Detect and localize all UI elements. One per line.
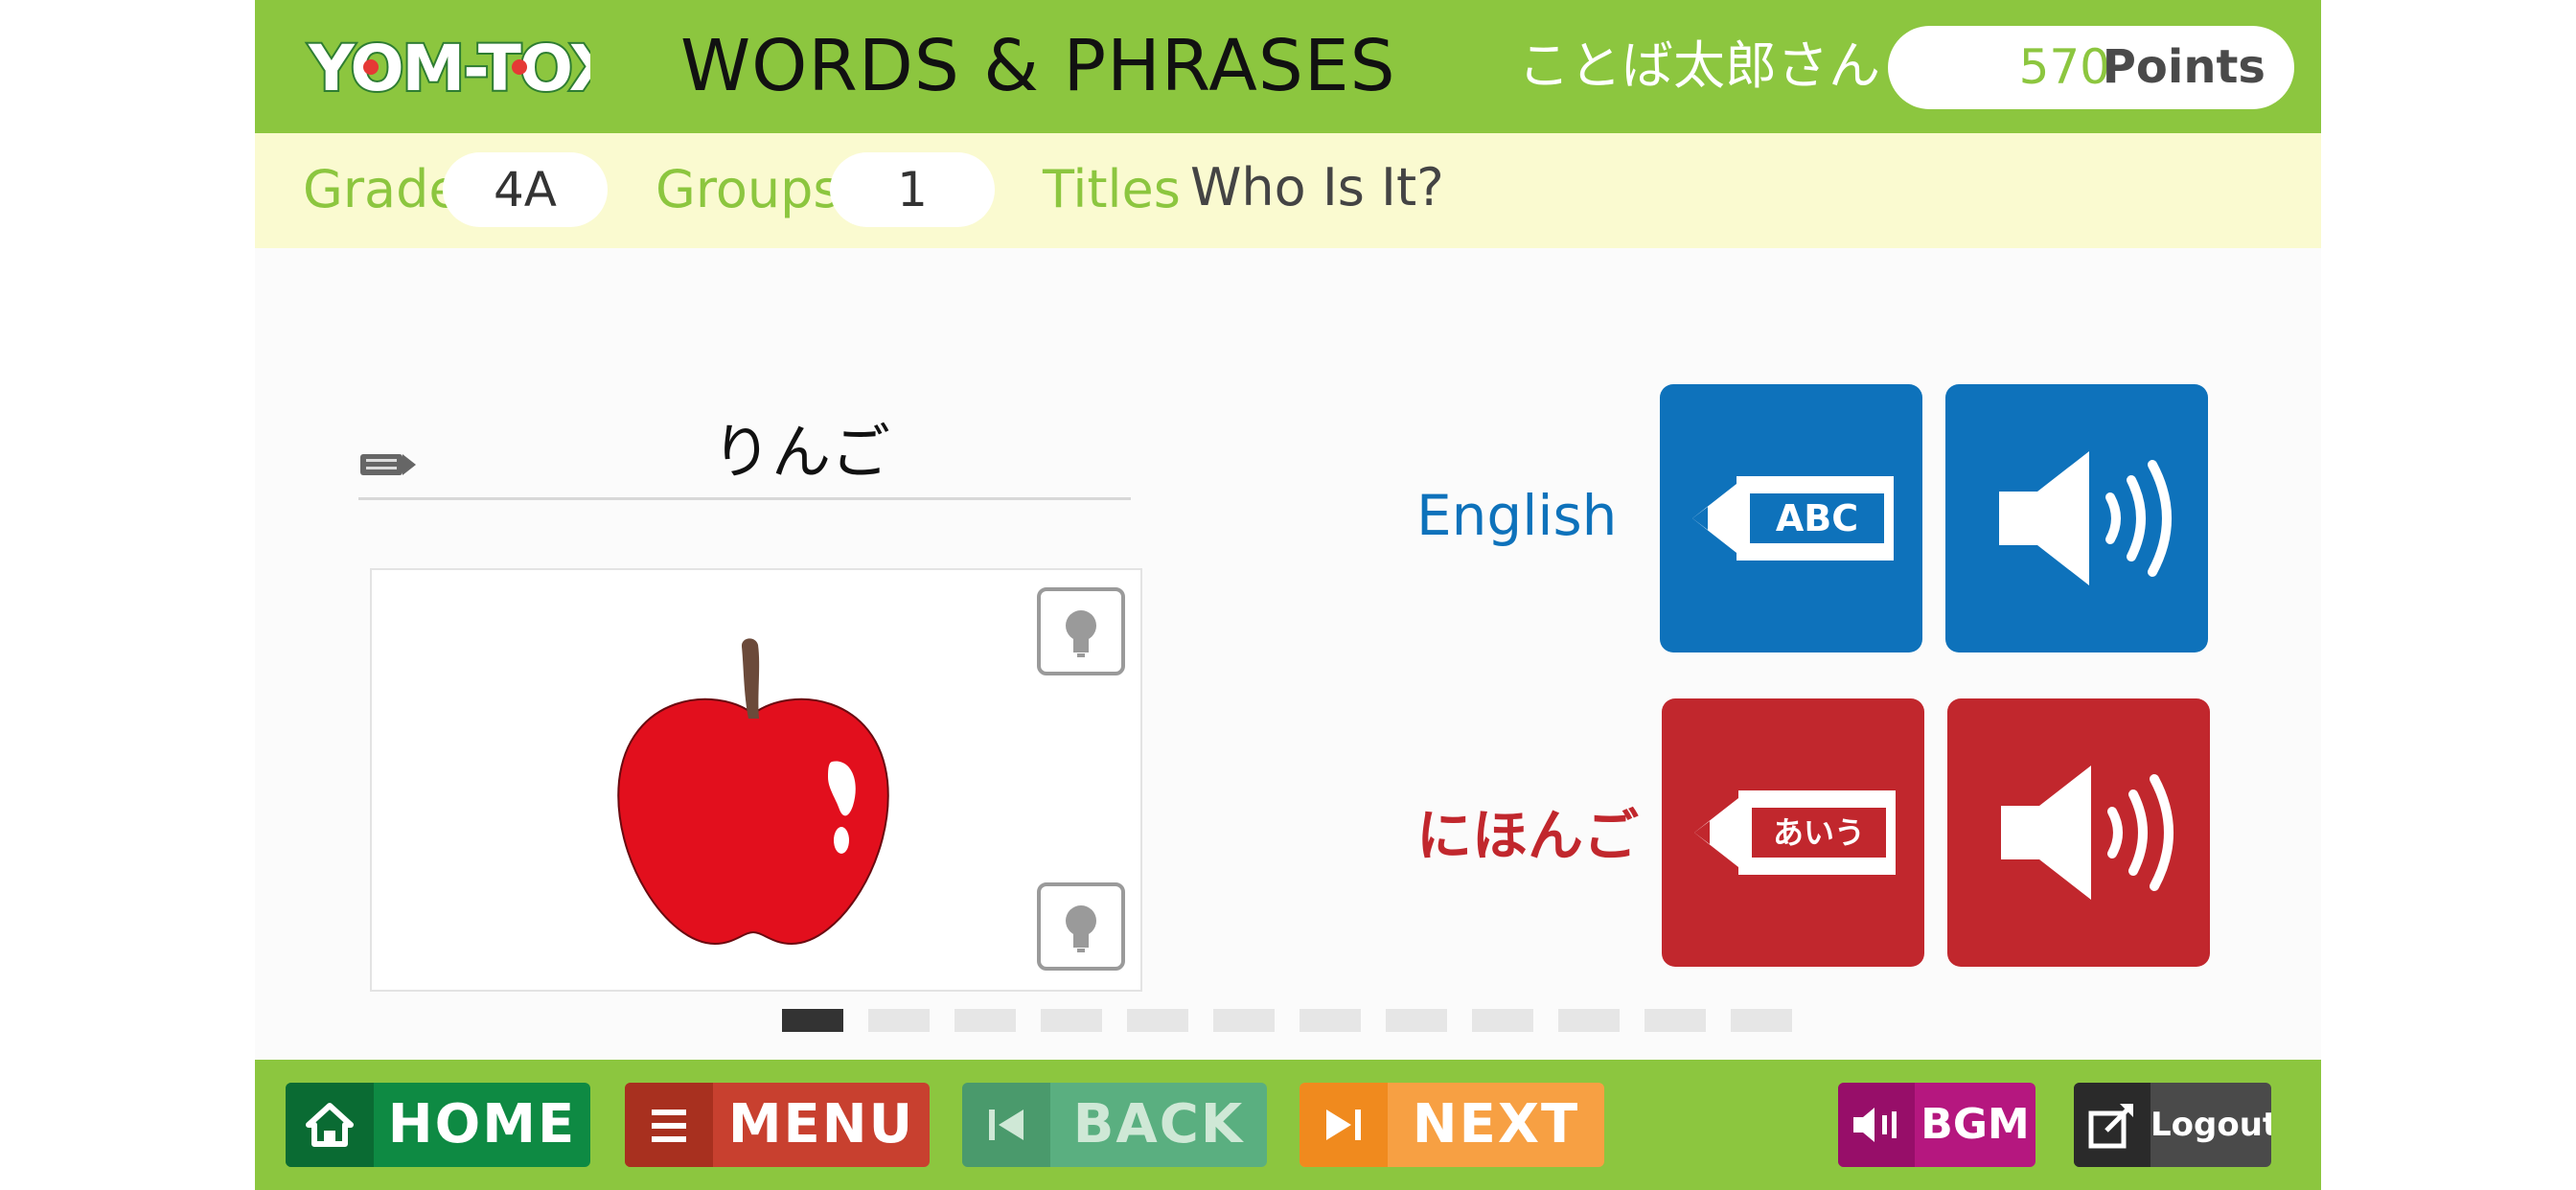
page-dot[interactable] [1041, 1009, 1102, 1032]
yomtox-logo: YOM-TOX [303, 27, 621, 107]
hint-button-top[interactable] [1037, 587, 1125, 675]
logout-icon [2074, 1083, 2150, 1167]
page-dot[interactable] [1472, 1009, 1533, 1032]
header-bar: YOM-TOX WORDS & PHRASES ことば太郎さん 570 Poin… [255, 0, 2321, 133]
back-button[interactable]: BACK [962, 1083, 1267, 1167]
page-dot[interactable] [1731, 1009, 1792, 1032]
hint-button-bottom[interactable] [1037, 882, 1125, 971]
next-button[interactable]: NEXT [1300, 1083, 1604, 1167]
lightbulb-icon [1066, 610, 1096, 657]
menu-button[interactable]: MENU [625, 1083, 930, 1167]
menu-icon [625, 1083, 713, 1167]
back-label: BACK [1072, 1093, 1245, 1156]
page-dot[interactable] [868, 1009, 930, 1032]
points-label: Points [2102, 40, 2266, 94]
user-name: ことば太郎さん [1518, 35, 1880, 96]
japanese-write-text: あいう [1772, 814, 1865, 851]
bgm-toggle[interactable]: BGM [1838, 1083, 2036, 1167]
bgm-label: BGM [1920, 1100, 2030, 1149]
app-title: WORDS & PHRASES [680, 25, 1396, 107]
speaker-icon [1999, 451, 2172, 585]
english-write-text: ABC [1775, 497, 1859, 539]
logout-button[interactable]: Logout [2074, 1083, 2271, 1167]
footer-bar: HOME MENU BACK NEXT BGM Logout [255, 1060, 2321, 1190]
pencil-icon [358, 448, 418, 481]
next-label: NEXT [1412, 1093, 1580, 1156]
japanese-label: にほんご [1416, 803, 1640, 868]
picture-card [370, 568, 1142, 992]
page-dot[interactable] [1644, 1009, 1706, 1032]
menu-label: MENU [727, 1093, 915, 1156]
apple-image [610, 628, 897, 953]
word-text: りんご [711, 417, 890, 487]
home-button[interactable]: HOME [286, 1083, 590, 1167]
page-dot[interactable] [954, 1009, 1016, 1032]
sound-icon [1838, 1083, 1915, 1167]
page-dot[interactable] [1558, 1009, 1620, 1032]
lesson-info-bar: Grade 4A Groups 1 Titles Who Is It? [255, 133, 2321, 248]
speaker-icon [2001, 766, 2174, 900]
japanese-audio-button[interactable] [1947, 698, 2210, 967]
home-label: HOME [387, 1093, 577, 1156]
lightbulb-icon [1066, 905, 1096, 952]
grade-value: 4A [443, 152, 608, 227]
page-dot[interactable] [1213, 1009, 1275, 1032]
titles-label: Titles [1043, 159, 1181, 219]
page-dot[interactable] [782, 1009, 843, 1032]
lesson-title: Who Is It? [1190, 157, 1444, 217]
groups-value: 1 [830, 152, 995, 227]
page-dot[interactable] [1127, 1009, 1188, 1032]
points-badge: 570 Points [1888, 26, 2294, 109]
english-write-button[interactable]: ABC [1660, 384, 1922, 652]
skip-next-icon [1300, 1083, 1388, 1167]
english-label: English [1416, 483, 1618, 548]
app-window: YOM-TOX WORDS & PHRASES ことば太郎さん 570 Poin… [255, 0, 2321, 1190]
groups-label: Groups [656, 159, 840, 219]
logout-label: Logout [2150, 1106, 2271, 1144]
logo-text: YOM-TOX [308, 32, 590, 105]
japanese-write-button[interactable]: あいう [1662, 698, 1924, 967]
home-icon [286, 1083, 374, 1167]
word-underline [358, 497, 1131, 500]
grade-label: Grade [303, 159, 461, 219]
skip-back-icon [962, 1083, 1050, 1167]
english-audio-button[interactable] [1945, 384, 2208, 652]
page-dot[interactable] [1386, 1009, 1447, 1032]
points-value: 570 [2018, 39, 2110, 95]
page-dot[interactable] [1300, 1009, 1361, 1032]
